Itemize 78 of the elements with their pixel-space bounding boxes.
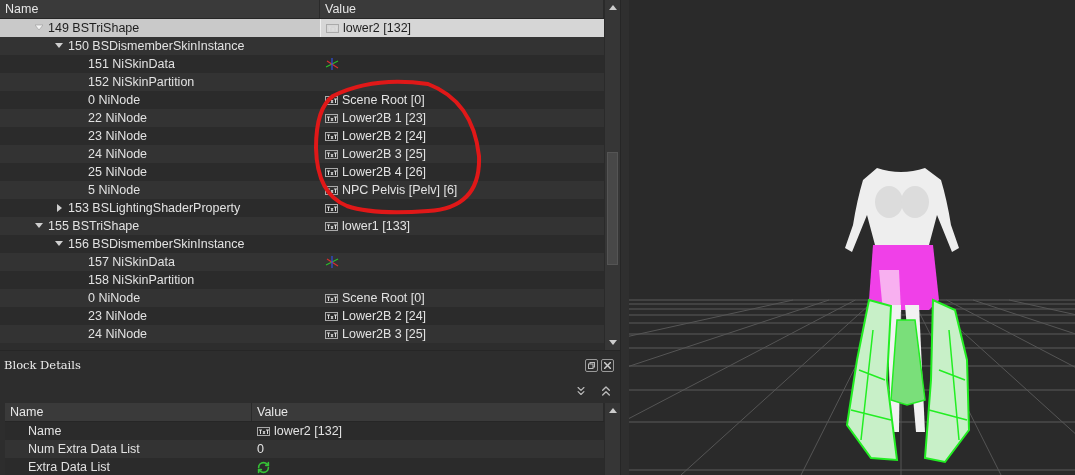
tree-row[interactable]: 22 NiNode Lower2B 1 [23] [0, 109, 605, 127]
scrollbar[interactable] [604, 403, 620, 475]
refresh-icon [257, 460, 270, 474]
scrollbar[interactable] [604, 0, 620, 350]
text-type-icon [257, 426, 270, 436]
field-name: Num Extra Data List [28, 442, 140, 456]
node-name: 151 NiSkinData [88, 57, 175, 71]
float-button[interactable] [585, 358, 598, 372]
scroll-up-arrow-icon[interactable] [608, 408, 617, 413]
tree-row[interactable]: 155 BSTriShape lower1 [133] [0, 217, 605, 235]
node-value: Lower2B 3 [25] [342, 327, 427, 341]
tree-row[interactable]: 157 NiSkinData [0, 253, 605, 271]
tree-row[interactable]: 24 NiNode Lower2B 3 [25] [0, 325, 605, 343]
panel-title: Block Details [4, 358, 81, 372]
node-value: Lower2B 4 [26] [342, 165, 427, 179]
text-type-icon [325, 221, 338, 231]
node-name: 0 NiNode [88, 291, 141, 305]
axes-icon [325, 57, 339, 71]
node-name: 149 BSTriShape [48, 21, 140, 35]
expand-arrow-icon[interactable] [55, 240, 63, 248]
node-name: 153 BSLightingShaderProperty [68, 201, 241, 215]
expand-arrow-icon[interactable] [55, 42, 63, 50]
text-type-icon [325, 113, 338, 123]
chevrons-down-icon[interactable] [574, 384, 588, 398]
node-value: Lower2B 2 [24] [342, 309, 427, 323]
tree-row[interactable]: 0 NiNode Scene Root [0] [0, 289, 605, 307]
node-value: Lower2B 2 [24] [342, 129, 427, 143]
node-name: 156 BSDismemberSkinInstance [68, 237, 245, 251]
text-type-icon [325, 149, 338, 159]
scroll-down-arrow-icon[interactable] [608, 340, 617, 345]
node-name: 23 NiNode [88, 309, 148, 323]
node-value: Scene Root [0] [342, 93, 425, 107]
column-header[interactable]: Name [5, 403, 252, 421]
close-icon [604, 361, 611, 369]
node-name: 22 NiNode [88, 111, 148, 125]
text-type-icon [325, 185, 338, 195]
tree-row[interactable]: 152 NiSkinPartition [0, 73, 605, 91]
tree-row[interactable]: 5 NiNode NPC Pelvis [Pelv] [6] [0, 181, 605, 199]
text-type-icon [325, 95, 338, 105]
node-name: 150 BSDismemberSkinInstance [68, 39, 245, 53]
axes-icon [325, 255, 339, 269]
node-value: Lower2B 3 [25] [342, 147, 427, 161]
field-name: Name [28, 424, 62, 438]
collapse-arrow-icon[interactable] [55, 204, 63, 212]
text-type-icon [325, 311, 338, 321]
close-button[interactable] [601, 358, 614, 372]
field-name: Extra Data List [28, 460, 110, 474]
tree-row[interactable]: 150 BSDismemberSkinInstance [0, 37, 605, 55]
node-value: Scene Root [0] [342, 291, 425, 305]
node-name: 157 NiSkinData [88, 255, 175, 269]
node-name: 25 NiNode [88, 165, 148, 179]
text-type-icon [325, 329, 338, 339]
expand-arrow-icon[interactable] [35, 222, 43, 230]
node-value: NPC Pelvis [Pelv] [6] [342, 183, 458, 197]
node-name: 158 NiSkinPartition [88, 273, 195, 287]
node-value: lower2 [132] [343, 21, 412, 35]
tree-row[interactable]: 149 BSTriShape lower2 [132] [0, 19, 605, 37]
text-type-icon [326, 23, 339, 33]
node-name: 5 NiNode [88, 183, 141, 197]
node-name: 24 NiNode [88, 327, 148, 341]
text-type-icon [325, 167, 338, 177]
node-name: 0 NiNode [88, 93, 141, 107]
tree-row[interactable]: 24 NiNode Lower2B 3 [25] [0, 145, 605, 163]
node-name: 24 NiNode [88, 147, 148, 161]
node-name: 155 BSTriShape [48, 219, 140, 233]
text-type-icon [325, 131, 338, 141]
field-value: lower2 [132] [274, 424, 343, 438]
scrollbar-thumb[interactable] [607, 152, 618, 265]
node-name: 23 NiNode [88, 129, 148, 143]
text-type-icon [325, 293, 338, 303]
node-value: lower1 [133] [342, 219, 411, 233]
scroll-up-arrow-icon[interactable] [608, 5, 617, 10]
node-name: 152 NiSkinPartition [88, 75, 195, 89]
text-type-icon [325, 203, 338, 213]
float-icon [588, 361, 595, 369]
node-value: Lower2B 1 [23] [342, 111, 427, 125]
field-value: 0 [257, 442, 264, 456]
column-header[interactable]: Name [0, 0, 320, 18]
